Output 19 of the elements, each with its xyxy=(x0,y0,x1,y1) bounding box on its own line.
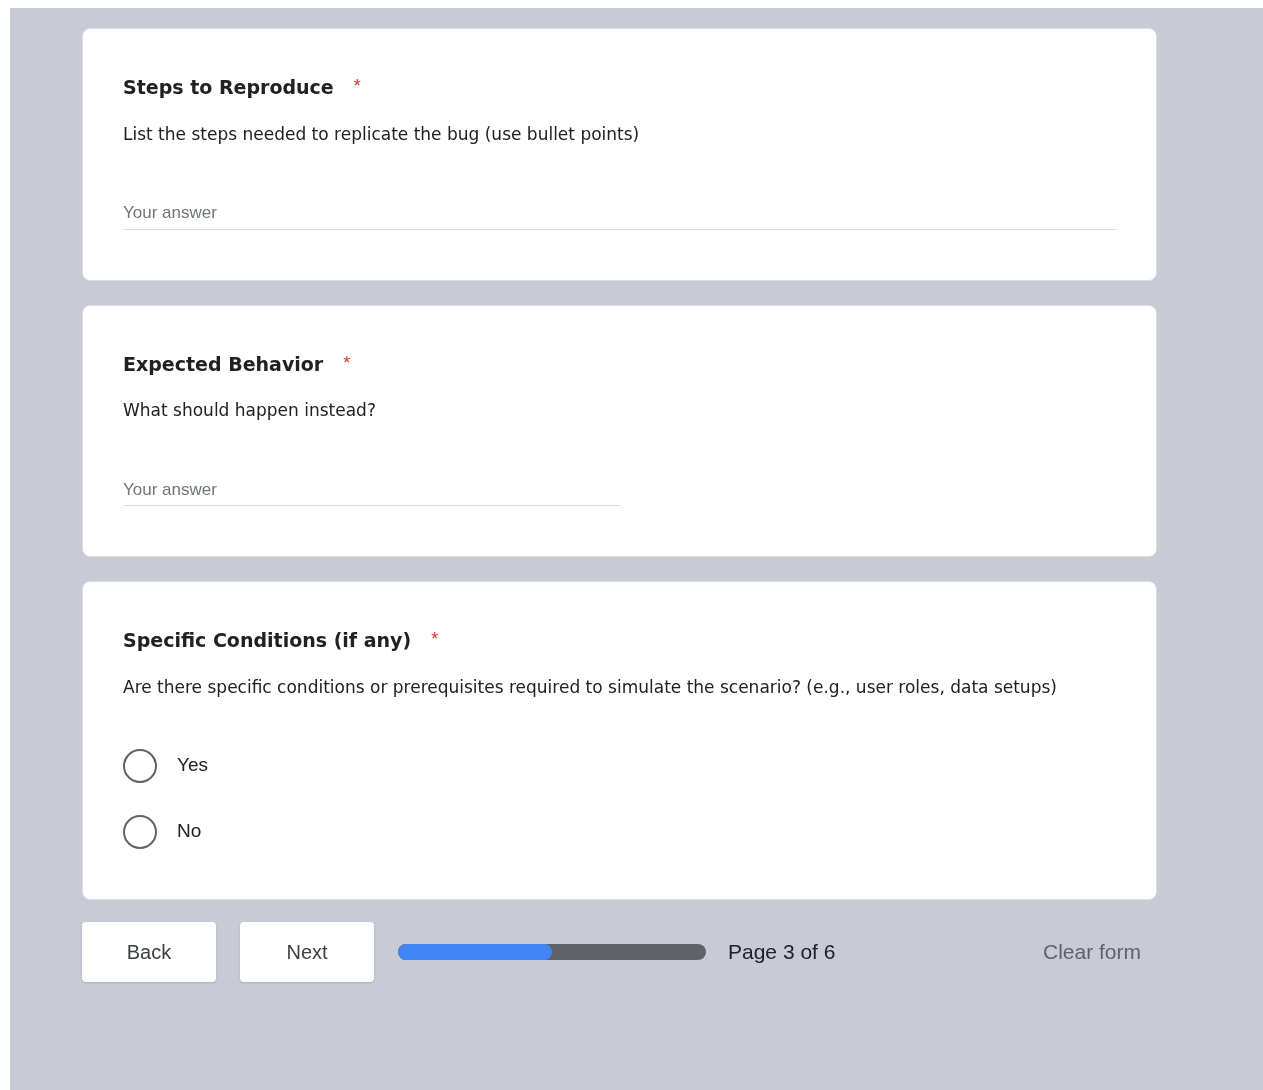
page-indicator: Page 3 of 6 xyxy=(728,938,836,965)
required-asterisk: * xyxy=(431,628,439,651)
question-description: Are there specific conditions or prerequisites required to simulate the scenario? (e.g., user roles, data setups) xyxy=(123,675,1058,699)
question-title: Steps to Reproduce xyxy=(123,75,334,100)
next-button[interactable]: Next xyxy=(240,921,374,982)
answer-field[interactable]: Your answer xyxy=(123,474,621,506)
question-description: List the steps needed to replicate the bug (use bullet points) xyxy=(123,122,641,146)
question-description: What should happen instead? xyxy=(123,399,377,422)
answer-field[interactable]: Your answer xyxy=(123,197,1117,230)
required-asterisk: * xyxy=(353,75,361,98)
required-asterisk: * xyxy=(343,351,351,375)
option-label: Yes xyxy=(177,753,208,778)
back-button[interactable]: Back xyxy=(82,921,216,982)
radio-button[interactable] xyxy=(123,814,157,849)
option-label: No xyxy=(177,819,202,844)
radio-button[interactable] xyxy=(123,748,157,783)
question-title: Expected Behavior xyxy=(123,351,324,377)
clear-form-button[interactable]: Clear form xyxy=(1042,935,1141,968)
question-title: Specific Conditions (if any) xyxy=(123,628,412,653)
